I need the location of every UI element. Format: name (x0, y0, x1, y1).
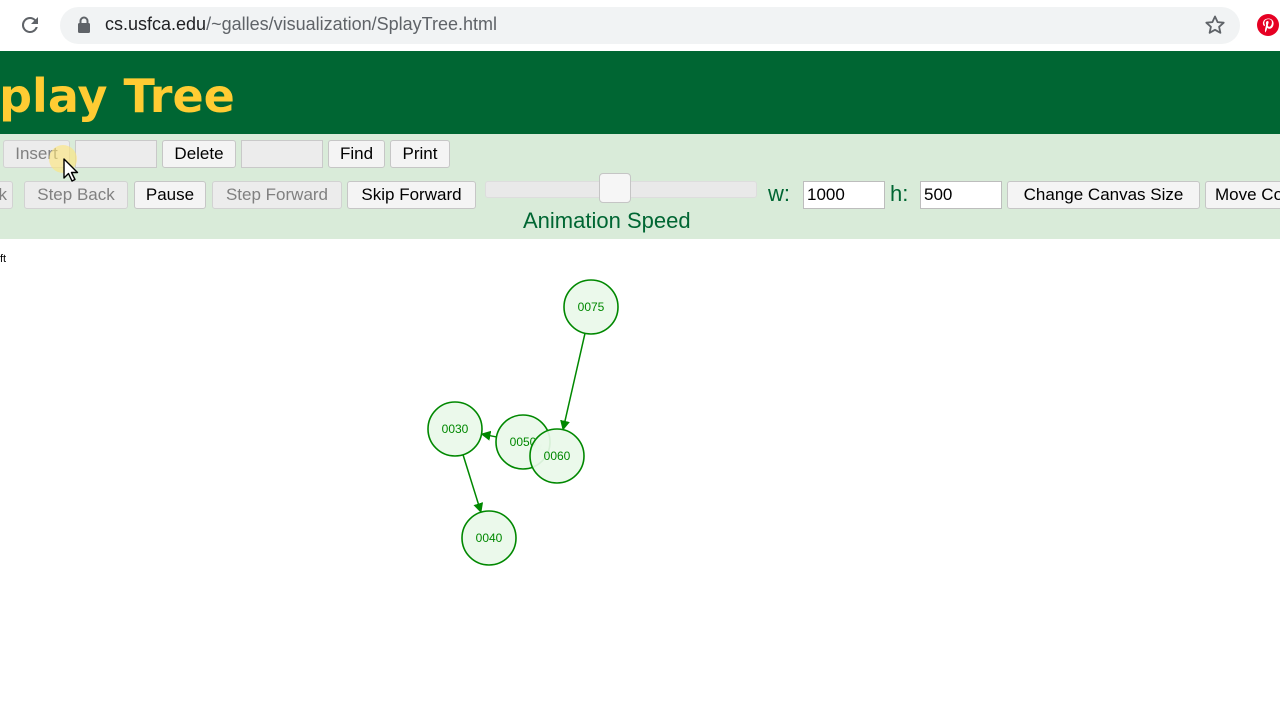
tree-edge-n30-n40 (462, 454, 484, 514)
splay-tree-graph: 00750030005000600040 (427, 279, 619, 566)
tree-node-label: 0060 (544, 449, 571, 463)
tree-edge-n50-n30 (480, 430, 497, 441)
tree-node-label: 0030 (442, 422, 469, 436)
tree-node-label: 0075 (578, 300, 605, 314)
tree-node-label: 0040 (476, 531, 503, 545)
tree-edge-n75-n60 (560, 333, 586, 431)
tree-node-n75: 0075 (563, 279, 619, 335)
tree-node-n40: 0040 (461, 510, 517, 566)
tree-node-n60: 0060 (529, 428, 585, 484)
tree-node-n30: 0030 (427, 401, 483, 457)
mouse-cursor-icon (63, 158, 79, 182)
